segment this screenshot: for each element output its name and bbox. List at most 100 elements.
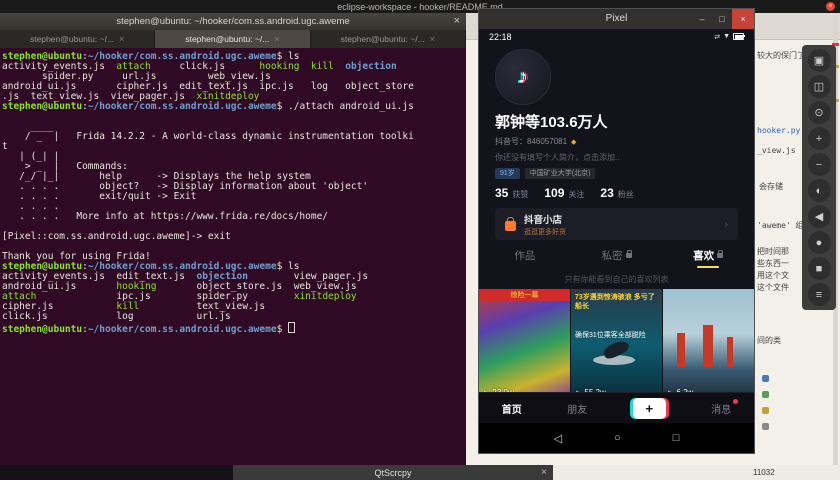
terminal-body[interactable]: stephen@ubuntu:~/hooker/com.ss.android.u… — [0, 48, 466, 465]
nav-item-朋友[interactable]: 朋友 — [567, 401, 587, 416]
tab-close-icon[interactable]: × — [430, 34, 435, 44]
qtscrcpy-title: QtScrcpy — [374, 467, 412, 478]
nav-home-icon[interactable]: ○ — [614, 432, 621, 444]
eclipse-text-fragment: 把时间那 — [757, 247, 789, 256]
usb-icon: ⇄ — [714, 33, 721, 41]
stat-value: 35 — [495, 186, 509, 200]
eclipse-text-fragment: 些东西一 — [757, 259, 789, 268]
terminal-tab[interactable]: stephen@ubuntu: ~/... × — [310, 30, 466, 48]
phone-screen[interactable]: 22:18 ⇄ ▼ ♪ 郭钟等103.6万人 抖音号：846057081 ◆ 你… — [479, 29, 754, 453]
nav-item-消息[interactable]: 消息 — [711, 398, 739, 416]
shop-text: 抖音小店 逛逛更多好货 — [524, 212, 717, 237]
profile-badge: 中国矿业大学(北京) — [524, 168, 596, 179]
video-thumb[interactable]: 惊险一幕▷23.0w — [479, 289, 570, 401]
window-controls: – □ × — [692, 9, 754, 29]
video-thumb[interactable]: ▷6.2w — [663, 289, 754, 401]
eclipse-close-button[interactable]: × — [826, 2, 835, 11]
maximize-button[interactable]: □ — [712, 9, 732, 29]
menu-button[interactable]: ≡ — [807, 283, 831, 306]
tab-close-icon[interactable]: × — [274, 34, 279, 44]
lock-icon — [717, 250, 724, 258]
likes-privacy-hint: 只有你能看到自己的喜欢列表 — [564, 275, 669, 284]
avatar[interactable]: ♪ — [495, 49, 551, 105]
eclipse-text-fragment: 用这个文 — [757, 271, 789, 280]
stat-item[interactable]: 23 粉丝 — [600, 186, 633, 200]
crane-shape — [703, 325, 713, 367]
eclipse-view-icon[interactable] — [762, 423, 769, 430]
terminal-tabbar: stephen@ubuntu: ~/... × stephen@ubuntu: ~/… — [0, 30, 466, 48]
nav-back-icon[interactable]: ◁ — [554, 432, 562, 445]
scrcpy-titlebar[interactable]: Pixel – □ × — [479, 9, 754, 29]
post-plus-button[interactable]: + — [632, 397, 666, 419]
video-thumb[interactable]: 73岁遇到惊涛骇浪 多亏了船长确保31位乘客全部脱险▷55.2w — [571, 289, 662, 401]
screen-off-button[interactable]: ◐ — [807, 179, 831, 202]
volume-down-button[interactable]: − — [807, 153, 831, 176]
screenshot-button[interactable]: ◫ — [807, 75, 831, 98]
stat-value: 109 — [544, 186, 565, 200]
terminal-line: stephen@ubuntu:~/hooker/com.ss.android.u… — [2, 101, 414, 112]
eclipse-view-icon[interactable] — [762, 391, 769, 398]
bottom-navbar: 首页 朋友 + 消息 — [479, 392, 754, 423]
terminal-line: stephen@ubuntu:~/hooker/com.ss.android.u… — [2, 322, 464, 335]
volume-up-button[interactable]: + — [807, 127, 831, 150]
id-badge-icon: ◆ — [571, 138, 577, 146]
battery-icon — [733, 33, 745, 40]
thumb-caption: 73岁遇到惊涛骇浪 多亏了船长 — [575, 294, 655, 310]
terminal-tab[interactable]: stephen@ubuntu: ~/... × — [155, 30, 311, 48]
nav-item-首页[interactable]: 首页 — [502, 401, 522, 416]
stat-label: 关注 — [568, 190, 585, 199]
profile-tab-私密[interactable]: 私密 — [571, 248, 663, 268]
terminal-line: [Pixel::com.ss.android.ugc.aweme]-> exit — [2, 231, 231, 242]
eclipse-statusbar: 11032 — [553, 465, 840, 480]
thumb-banner-text: 惊险一幕 — [479, 289, 570, 301]
profile-name: 郭钟等103.6万人 — [495, 114, 608, 131]
back-button[interactable]: ◀ — [807, 205, 831, 228]
eclipse-view-icon[interactable] — [762, 375, 769, 382]
power-button[interactable]: ⊙ — [807, 101, 831, 124]
recents-button[interactable]: ■ — [807, 257, 831, 280]
eclipse-text-fragment: _view.js — [757, 146, 796, 155]
tab-close-icon[interactable]: × — [119, 34, 124, 44]
bottom-bar: QtScrcpy × 11032 — [0, 465, 840, 480]
crane-shape — [677, 333, 685, 367]
home-button[interactable]: ● — [807, 231, 831, 254]
terminal-titlebar[interactable]: stephen@ubuntu: ~/hooker/com.ss.android.… — [0, 13, 466, 30]
douyin-id-row: 抖音号：846057081 ◆ — [495, 136, 738, 147]
terminal-tab-label: stephen@ubuntu: ~/... — [30, 34, 115, 44]
qtscrcpy-close-icon[interactable]: × — [541, 467, 547, 478]
close-button[interactable]: × — [732, 9, 754, 29]
profile-bio[interactable]: 你还没有填写个人简介，点击添加.. — [495, 152, 738, 163]
status-time: 22:18 — [489, 31, 512, 42]
scrcpy-toolbar: ▣ ◫ ⊙ + − ◐ ◀ ● ■ ≡ — [802, 45, 836, 310]
profile-tab-喜欢[interactable]: 喜欢 — [662, 248, 754, 268]
wifi-icon: ▼ — [723, 33, 730, 40]
fullscreen-button[interactable]: ▣ — [807, 49, 831, 72]
eclipse-text-fragment: 会存储 — [759, 182, 783, 191]
shop-entry[interactable]: 抖音小店 逛逛更多好货 › — [495, 208, 738, 240]
terminal-close-icon[interactable]: × — [454, 15, 460, 27]
stat-value: 23 — [600, 186, 614, 200]
profile-tab-label: 喜欢 — [693, 250, 715, 262]
eclipse-view-icon[interactable] — [762, 407, 769, 414]
profile-tab-label: 私密 — [601, 250, 623, 262]
stat-item[interactable]: 109 关注 — [544, 186, 584, 200]
bottom-bar-left — [0, 465, 233, 480]
status-count: 11032 — [753, 468, 775, 477]
stat-label: 获赞 — [512, 190, 529, 199]
thumb-caption: 确保31位乘客全部脱险 — [575, 332, 646, 339]
stat-item[interactable]: 35 获赞 — [495, 186, 528, 200]
profile-tab-作品[interactable]: 作品 — [479, 248, 571, 268]
video-grid: 惊险一幕▷23.0w73岁遇到惊涛骇浪 多亏了船长确保31位乘客全部脱险▷55.… — [479, 289, 754, 401]
chevron-right-icon: › — [724, 218, 728, 230]
notification-dot — [733, 398, 739, 404]
badge-row: 91岁 中国矿业大学(北京) — [495, 168, 738, 179]
crane-shape — [727, 337, 733, 367]
stats-row: 35 获赞 109 关注 23 粉丝 — [495, 186, 738, 201]
minimize-button[interactable]: – — [692, 9, 712, 29]
qtscrcpy-taskbar[interactable]: QtScrcpy × — [233, 465, 553, 480]
nav-recents-icon[interactable]: □ — [673, 432, 680, 444]
shop-bag-icon — [505, 216, 516, 231]
shop-subtitle: 逛逛更多好货 — [524, 228, 566, 236]
terminal-tab[interactable]: stephen@ubuntu: ~/... × — [0, 30, 156, 48]
